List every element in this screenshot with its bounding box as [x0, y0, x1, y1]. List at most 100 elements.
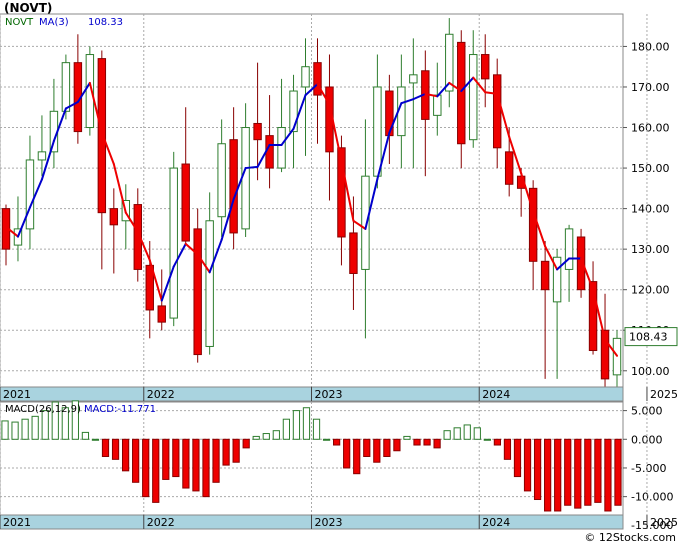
- macd-bar: [523, 438, 532, 492]
- macd-bar: [513, 438, 522, 478]
- macd-bar: [423, 438, 431, 446]
- macd-bar: [202, 438, 210, 498]
- price-tick-label: 150.00: [631, 162, 670, 175]
- macd-bar: [383, 438, 391, 457]
- macd-date-label: 2025: [650, 516, 678, 529]
- macd-bar: [91, 438, 100, 441]
- candle-body: [289, 90, 298, 133]
- macd-tick-label: -10.000: [631, 491, 673, 504]
- macd-bar: [473, 427, 481, 440]
- candle-body: [61, 62, 71, 112]
- candle-body: [157, 305, 166, 323]
- macd-bar: [574, 438, 582, 509]
- candle-body: [349, 232, 358, 274]
- macd-bar: [312, 418, 321, 440]
- candle-body: [265, 135, 274, 169]
- price-panel: 100.00110.00120.00130.00140.00150.00160.…: [0, 13, 678, 402]
- last-price-label: 108.43: [629, 331, 668, 344]
- candle-body: [492, 74, 502, 149]
- macd-bar: [31, 415, 39, 440]
- date-label: 2022: [147, 388, 175, 401]
- macd-bar: [152, 438, 160, 503]
- macd-date-label: 2023: [315, 516, 343, 529]
- price-tick-label: 140.00: [631, 203, 670, 216]
- price-legend-symbol: NOVT: [5, 17, 34, 28]
- macd-bar: [212, 438, 220, 483]
- macd-bar: [483, 438, 491, 441]
- macd-bar: [373, 438, 381, 463]
- macd-bar: [614, 438, 622, 506]
- candle-body: [481, 54, 490, 80]
- macd-bar: [403, 435, 411, 440]
- date-label: 2023: [315, 388, 343, 401]
- macd-bar: [292, 410, 301, 440]
- credit-text: © 12Stocks.com: [584, 531, 676, 544]
- macd-bar: [172, 438, 180, 478]
- macd-bar: [533, 438, 542, 501]
- macd-bar: [162, 438, 170, 480]
- candle-body: [540, 260, 550, 291]
- macd-bar: [343, 438, 351, 469]
- candle-body: [361, 175, 370, 270]
- candle-body: [205, 220, 214, 347]
- macd-bar: [242, 438, 250, 449]
- macd-bar: [302, 407, 311, 440]
- price-tick-label: 170.00: [631, 81, 670, 94]
- macd-bar: [111, 438, 120, 460]
- macd-bar: [132, 438, 140, 483]
- candle-body: [457, 41, 466, 145]
- macd-bar: [443, 430, 451, 440]
- macd-bar: [333, 438, 341, 446]
- candle-body: [564, 228, 574, 270]
- date-label: 2021: [3, 388, 31, 401]
- macd-bar: [11, 421, 19, 440]
- macd-bar: [262, 433, 270, 440]
- macd-date-label: 2022: [147, 516, 175, 529]
- macd-bar: [363, 438, 371, 457]
- price-tick-label: 100.00: [631, 365, 670, 378]
- candle-body: [277, 127, 286, 169]
- candle-body: [469, 54, 478, 141]
- candle-body: [433, 94, 442, 116]
- macd-bar: [322, 438, 331, 441]
- candle-body: [25, 159, 35, 230]
- macd-bar: [272, 430, 280, 440]
- macd-bar: [101, 438, 110, 457]
- chart-title: (NOVT): [4, 1, 53, 15]
- candle-body: [253, 122, 262, 141]
- macd-bar: [594, 438, 602, 503]
- macd-bar: [493, 438, 502, 446]
- macd-bar: [81, 431, 90, 440]
- macd-bar: [182, 438, 190, 489]
- candle-body: [109, 208, 119, 226]
- macd-bar: [21, 418, 29, 440]
- macd-bar: [604, 438, 612, 512]
- macd-bar: [413, 438, 421, 446]
- macd-legend-value: MACD:-11.771: [84, 404, 156, 415]
- macd-bar: [584, 438, 592, 506]
- macd-bar: [142, 438, 150, 498]
- macd-bar: [453, 427, 461, 440]
- candle-body: [217, 143, 226, 218]
- macd-bar: [554, 438, 562, 512]
- date-label: 2025: [650, 388, 678, 401]
- candle-body: [301, 66, 310, 88]
- candle-body: [528, 187, 538, 262]
- candle-body: [504, 151, 514, 185]
- candle-body: [169, 167, 178, 319]
- macd-bar: [192, 438, 200, 492]
- macd-legend-label: MACD(26,12,9): [5, 404, 81, 415]
- ma-line-segment: [244, 165, 259, 170]
- macd-bar: [463, 424, 471, 440]
- macd-bar: [232, 438, 240, 463]
- candle-body: [373, 86, 382, 177]
- macd-bar: [121, 438, 130, 472]
- macd-date-label: 2024: [482, 516, 510, 529]
- macd-date-label: 2021: [3, 516, 31, 529]
- candle-body: [37, 151, 47, 161]
- price-tick-label: 130.00: [631, 243, 670, 256]
- macd-bar: [282, 418, 290, 440]
- price-tick-label: 180.00: [631, 40, 670, 53]
- candle-body: [229, 139, 238, 234]
- candle-body: [241, 127, 250, 230]
